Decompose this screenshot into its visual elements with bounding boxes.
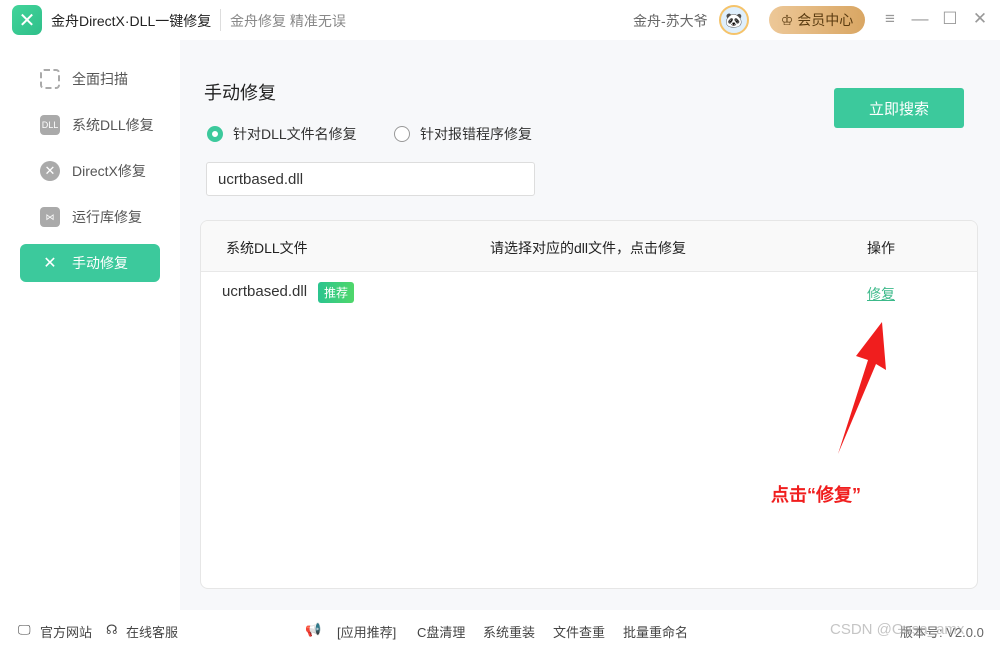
sidebar-item-label: 手动修复 xyxy=(72,255,128,271)
table-header: 系统DLL文件 请选择对应的dll文件，点击修复 操作 xyxy=(201,221,977,272)
online-service-link[interactable]: 在线客服 xyxy=(126,622,178,641)
official-website-link[interactable]: 官方网站 xyxy=(40,622,92,641)
sidebar-item-label: DirectX修复 xyxy=(72,163,146,179)
maximize-icon[interactable]: ☐ xyxy=(939,8,961,30)
slogan: 金舟修复 精准无误 xyxy=(230,13,346,29)
megaphone-icon: 📢 xyxy=(305,622,322,637)
column-header: 请选择对应的dll文件，点击修复 xyxy=(490,240,687,256)
directx-icon: ✕ xyxy=(40,161,60,181)
vip-label: 会员中心 xyxy=(797,12,854,28)
app-recommend-link[interactable]: [应用推荐] xyxy=(337,622,396,641)
headset-icon: ☊ xyxy=(106,622,118,637)
red-arrow-annotation xyxy=(838,322,886,454)
table-row: ucrtbased.dll 推荐 修复 xyxy=(201,272,977,312)
tools-icon: ✕ xyxy=(43,255,57,272)
sidebar-item-label: 系统DLL修复 xyxy=(72,117,154,133)
column-header: 系统DLL文件 xyxy=(226,240,308,256)
radio-dot xyxy=(207,126,223,142)
dll-file-icon: DLL xyxy=(40,115,60,135)
avatar[interactable]: 🐼 xyxy=(719,5,749,35)
column-header: 操作 xyxy=(867,240,895,256)
scan-icon xyxy=(40,69,60,89)
watermark: CSDN @Gasa_amx xyxy=(830,621,965,638)
close-icon[interactable]: ✕ xyxy=(969,8,991,30)
repair-link[interactable]: 修复 xyxy=(867,284,895,304)
sidebar-item-manual-repair[interactable]: ✕ 手动修复 xyxy=(20,244,160,282)
sidebar-item-runtime[interactable]: ⋈ 运行库修复 xyxy=(20,198,160,236)
radio-label: 针对DLL文件名修复 xyxy=(233,126,357,142)
system-reinstall-link[interactable]: 系统重装 xyxy=(483,622,535,641)
radio-label: 针对报错程序修复 xyxy=(420,126,532,142)
callout-text: 点击“修复” xyxy=(771,485,861,505)
menu-icon[interactable]: ≡ xyxy=(879,8,901,30)
title-bar: ✕ 金舟DirectX·DLL一键修复 金舟修复 精准无误 金舟-苏大爷 🐼 ♔… xyxy=(0,0,1000,40)
radio-by-filename[interactable]: 针对DLL文件名修复 xyxy=(207,124,357,144)
app-title: 金舟DirectX·DLL一键修复 xyxy=(51,13,212,29)
batch-rename-link[interactable]: 批量重命名 xyxy=(623,622,688,641)
file-dedupe-link[interactable]: 文件查重 xyxy=(553,622,605,641)
sidebar-item-full-scan[interactable]: 全面扫描 xyxy=(20,60,160,98)
footer: 🖵 官方网站 ☊ 在线客服 📢 [应用推荐] C盘清理 系统重装 文件查重 批量… xyxy=(0,610,1000,650)
app-logo-icon: ✕ xyxy=(12,5,42,35)
sidebar-item-directx[interactable]: ✕ DirectX修复 xyxy=(20,152,160,190)
minimize-icon[interactable]: — xyxy=(909,8,931,30)
search-button[interactable]: 立即搜索 xyxy=(834,88,964,128)
username[interactable]: 金舟-苏大爷 xyxy=(633,11,708,31)
radio-dot xyxy=(394,126,410,142)
dll-search-input[interactable] xyxy=(206,162,535,196)
sidebar-item-label: 全面扫描 xyxy=(72,71,128,87)
radio-by-program[interactable]: 针对报错程序修复 xyxy=(394,124,532,144)
sidebar: 全面扫描 DLL 系统DLL修复 ✕ DirectX修复 ⋈ 运行库修复 ✕ 手动修复 xyxy=(0,40,180,610)
sidebar-item-system-dll[interactable]: DLL 系统DLL修复 xyxy=(20,106,160,144)
crown-icon: ♔ xyxy=(780,11,794,28)
c-drive-clean-link[interactable]: C盘清理 xyxy=(417,622,465,641)
runtime-icon: ⋈ xyxy=(40,207,60,227)
vip-center-button[interactable]: ♔ 会员中心 xyxy=(769,6,865,34)
divider xyxy=(220,9,221,31)
page-title: 手动修复 xyxy=(204,83,276,103)
dll-filename: ucrtbased.dll xyxy=(222,283,308,300)
recommend-badge: 推荐 xyxy=(318,282,355,303)
monitor-icon: 🖵 xyxy=(18,622,31,637)
sidebar-item-label: 运行库修复 xyxy=(72,209,142,225)
